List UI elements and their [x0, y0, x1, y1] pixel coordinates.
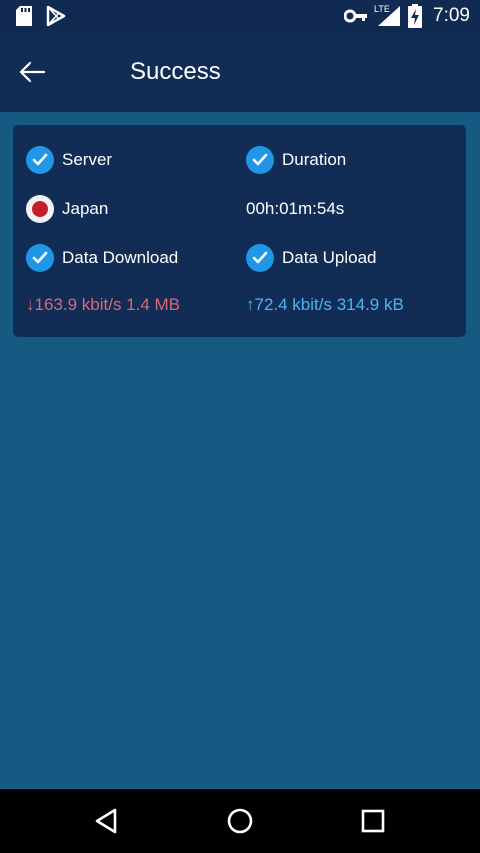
- check-icon: [26, 244, 54, 272]
- duration-label: Duration: [282, 150, 347, 169]
- upload-item: Data Upload: [246, 242, 377, 274]
- download-item: Data Download: [26, 242, 178, 274]
- server-value-item: Japan: [26, 193, 108, 225]
- recents-square-icon: [361, 809, 385, 833]
- battery-charging-icon: [408, 4, 422, 28]
- summary-card: Server Duration Japan 00h:01m:54s Data D…: [13, 125, 466, 337]
- nav-recents-button[interactable]: [355, 803, 391, 839]
- page-title: Success: [130, 58, 221, 85]
- arrow-left-icon: [19, 61, 46, 83]
- signal-icon: [378, 6, 400, 26]
- duration-item: Duration: [246, 144, 346, 176]
- app-bar: Success: [0, 32, 480, 112]
- vpn-key-icon: [344, 9, 367, 23]
- download-rate: ↓163.9 kbit/s 1.4 MB: [26, 295, 181, 314]
- nav-back-button[interactable]: [89, 803, 125, 839]
- play-store-icon: [46, 6, 66, 26]
- server-label: Server: [62, 150, 113, 169]
- status-bar: LTE 7:09: [0, 0, 480, 32]
- upload-label: Data Upload: [282, 248, 377, 267]
- server-value: Japan: [62, 199, 109, 218]
- home-circle-icon: [227, 808, 253, 834]
- upload-rate: ↑72.4 kbit/s 314.9 kB: [246, 295, 404, 314]
- duration-value-item: 00h:01m:54s: [246, 193, 344, 225]
- check-icon: [246, 244, 274, 272]
- sd-card-icon: [16, 6, 32, 26]
- back-button[interactable]: [12, 56, 52, 88]
- duration-value: 00h:01m:54s: [246, 199, 345, 218]
- navigation-bar: [0, 789, 480, 853]
- download-label: Data Download: [62, 248, 179, 267]
- japan-flag-icon: [26, 195, 54, 223]
- nav-home-button[interactable]: [222, 803, 258, 839]
- back-triangle-icon: [95, 808, 117, 834]
- server-item: Server: [26, 144, 112, 176]
- status-time: 7:09: [433, 5, 470, 26]
- check-icon: [246, 146, 274, 174]
- check-icon: [26, 146, 54, 174]
